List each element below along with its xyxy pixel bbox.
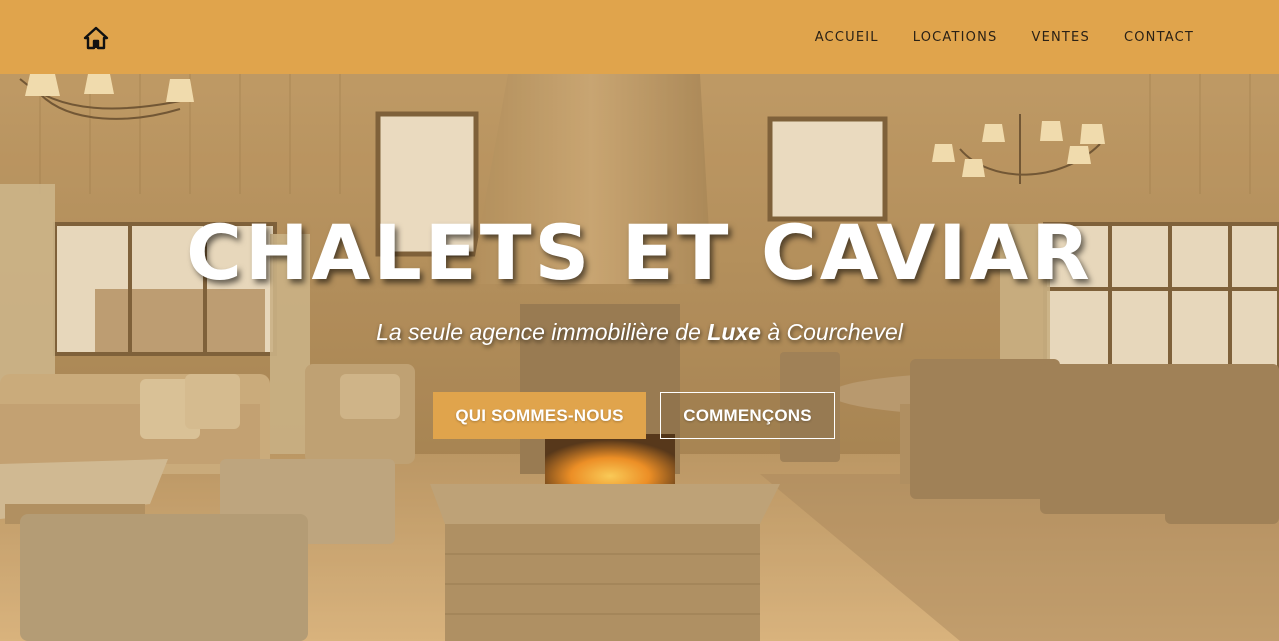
subtitle-text-end: à Courchevel (760, 319, 903, 345)
nav-link-accueil[interactable]: ACCUEIL (815, 30, 879, 45)
nav-link-ventes[interactable]: VENTES (1031, 30, 1089, 45)
hero-subtitle: La seule agence immobilière de Luxe à Co… (0, 319, 1279, 346)
top-navbar: ACCUEIL LOCATIONS VENTES CONTACT (0, 0, 1279, 74)
nav-link-contact[interactable]: CONTACT (1124, 30, 1194, 45)
house-icon[interactable] (83, 26, 109, 50)
qui-sommes-nous-button[interactable]: QUI SOMMES-NOUS (433, 392, 646, 439)
nav-link-locations[interactable]: LOCATIONS (913, 30, 998, 45)
subtitle-text-start: La seule agence immobilière de (376, 319, 708, 345)
subtitle-text-bold: Luxe (707, 319, 761, 345)
hero-section: CHALETS ET CAVIAR La seule agence immobi… (0, 74, 1279, 641)
commencons-button[interactable]: COMMENÇONS (660, 392, 835, 439)
hero-title: CHALETS ET CAVIAR (186, 208, 1093, 297)
main-nav: ACCUEIL LOCATIONS VENTES CONTACT (781, 0, 1194, 74)
hero-background-image (0, 74, 1279, 641)
